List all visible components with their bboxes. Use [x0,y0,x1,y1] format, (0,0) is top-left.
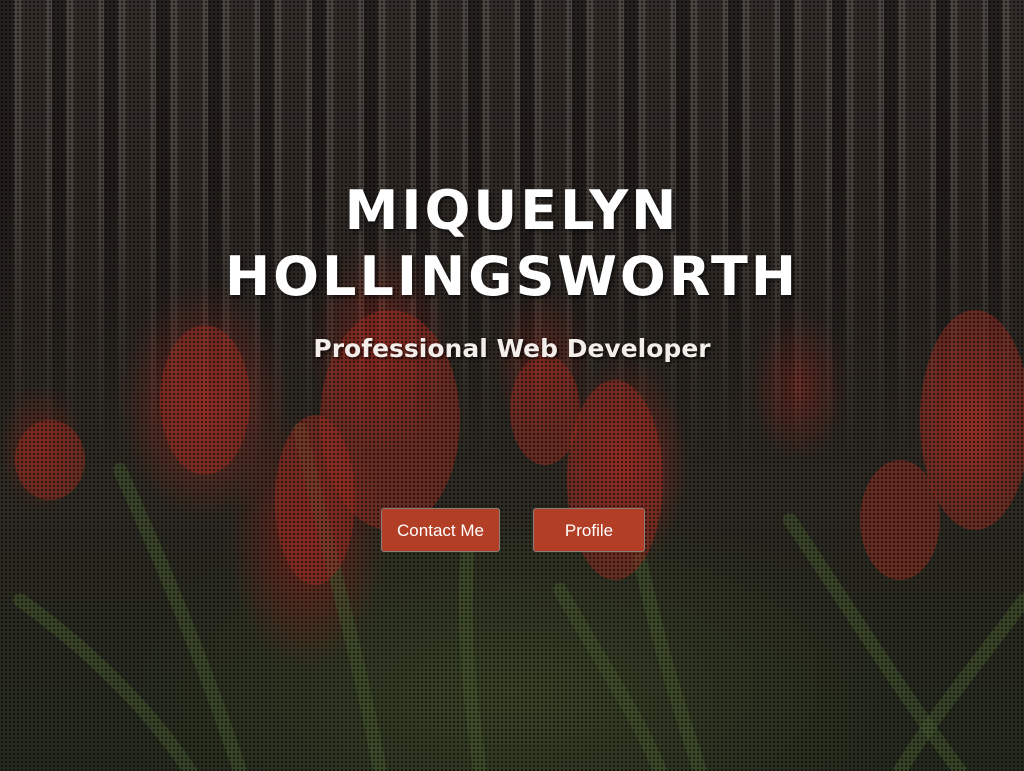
contact-me-button[interactable]: Contact Me [381,508,500,552]
title-last-name: HOLLINGSWORTH [224,245,800,308]
profile-button[interactable]: Profile [533,508,645,552]
page-title: MIQUELYN HOLLINGSWORTH [0,178,1024,310]
hero-section: MIQUELYN HOLLINGSWORTH Professional Web … [0,0,1024,771]
title-first-name: MIQUELYN [344,179,680,242]
hero-tagline: Professional Web Developer [313,334,711,363]
hero-button-group: Contact Me Profile [0,508,1024,554]
background-tulip-leaves [13,310,1024,771]
